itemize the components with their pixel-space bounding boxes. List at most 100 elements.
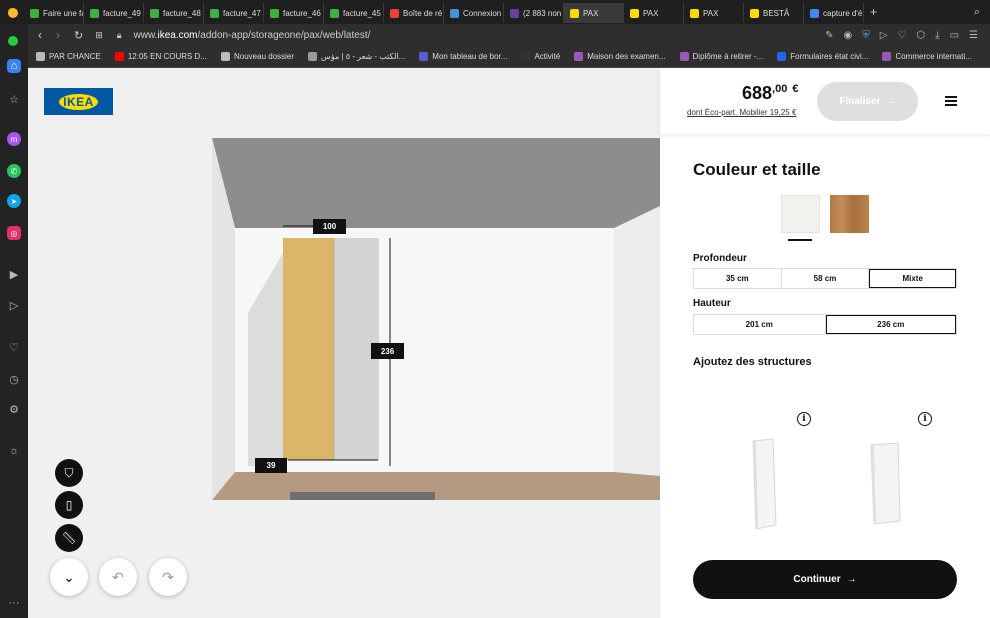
url-domain: ikea.com: [157, 29, 198, 41]
link-icon: [882, 52, 892, 61]
bookmark-item[interactable]: PAR CHANCE: [36, 52, 101, 61]
browser-tab[interactable]: facture_49: [84, 3, 144, 23]
settings-icon[interactable]: ☰: [969, 30, 978, 41]
finaliser-button[interactable]: Finaliser →: [817, 82, 918, 121]
measure-toggle-button[interactable]: 📏︎: [55, 524, 83, 552]
tab-label: Connexion: [463, 8, 502, 18]
search-tabs-icon[interactable]: ⌕: [974, 6, 980, 19]
menu-button[interactable]: [945, 96, 957, 106]
browser-tab[interactable]: facture_47: [204, 3, 264, 23]
bookmark-item[interactable]: Nouveau dossier: [221, 52, 294, 61]
messenger-icon[interactable]: m: [7, 132, 21, 146]
undo-button[interactable]: ↶: [99, 558, 137, 596]
height-dimension-label[interactable]: 236: [371, 343, 404, 359]
telegram-icon[interactable]: ➤: [7, 194, 21, 208]
configurator-canvas[interactable]: IKEA 100 236 39 ⛉ ▯ 📏︎ ⌄ ↶ ↷: [28, 68, 660, 618]
shield-icon[interactable]: ⛨: [862, 30, 870, 41]
minimize-window-button[interactable]: [8, 8, 18, 18]
bookmark-item[interactable]: Formulaires état civi...: [777, 52, 868, 61]
ruler-icon: 📏︎: [61, 531, 77, 545]
selected-swatch-indicator: [788, 239, 812, 241]
bookmark-item[interactable]: 12:05 EN COURS D...: [114, 52, 207, 61]
history-icon[interactable]: ◷: [7, 372, 21, 386]
bookmark-item[interactable]: الكتب - شعر - ٥ | مؤس...: [308, 52, 405, 61]
browser-tab[interactable]: PAX: [564, 3, 624, 23]
tab-label: facture_46: [283, 8, 321, 18]
hamburger-icon: [945, 96, 957, 98]
bookmark-item[interactable]: Diplôme à retirer -...: [679, 52, 763, 61]
arrow-right-icon: →: [885, 96, 896, 107]
hauteur-option[interactable]: 236 cm: [825, 315, 956, 334]
bookmark-item[interactable]: Activité: [521, 52, 560, 61]
camera-icon[interactable]: ◉: [844, 30, 853, 41]
heart-icon[interactable]: ♡: [7, 340, 21, 354]
shirt-icon: ⛉: [64, 465, 74, 480]
edit-icon[interactable]: ✎: [825, 30, 833, 41]
browser-tab[interactable]: PAX: [684, 3, 744, 23]
swatch-white[interactable]: [781, 195, 820, 233]
room-right-wall: [614, 206, 660, 476]
back-icon[interactable]: ‹: [38, 28, 42, 42]
forward-icon[interactable]: ›: [56, 28, 60, 42]
bookmark-label: الكتب - شعر - ٥ | مؤس...: [321, 52, 406, 61]
bookmark-item[interactable]: Commerce internati...: [882, 52, 972, 61]
browser-tab[interactable]: Faire une fa: [24, 3, 84, 23]
send-icon[interactable]: ▷: [880, 30, 888, 41]
more-icon[interactable]: ···: [7, 596, 21, 610]
structure-tall-thumbnail[interactable]: [752, 438, 777, 530]
instagram-icon[interactable]: ◎: [7, 226, 21, 240]
cube-icon[interactable]: ⬡: [916, 30, 925, 41]
depth-dimension-label[interactable]: 39: [255, 458, 287, 473]
new-tab-button[interactable]: +: [870, 5, 877, 19]
browser-tab[interactable]: facture_46: [264, 3, 324, 23]
send-icon[interactable]: ▷: [7, 298, 21, 312]
download-icon[interactable]: ⤓: [935, 30, 939, 41]
bookmark-item[interactable]: Mon tableau de bor...: [419, 52, 507, 61]
address-field[interactable]: www.ikea.com/addon-app/storageone/pax/we…: [134, 30, 371, 41]
profondeur-option[interactable]: 35 cm: [694, 269, 782, 288]
browser-tab[interactable]: facture_48: [144, 3, 204, 23]
browser-tab[interactable]: PAX: [624, 3, 684, 23]
gear-icon[interactable]: ⚙: [7, 402, 21, 416]
browser-tab[interactable]: Connexion: [444, 3, 504, 23]
tab-favicon-icon: [450, 8, 459, 18]
browser-tab[interactable]: BESTÅ: [744, 3, 804, 23]
redo-button[interactable]: ↷: [149, 558, 187, 596]
structure-thumbnails: [752, 438, 901, 530]
bookmark-label: 12:05 EN COURS D...: [127, 52, 207, 61]
maximize-window-button[interactable]: [8, 36, 18, 46]
home-icon[interactable]: ⌂: [7, 59, 21, 73]
collapse-button[interactable]: ⌄: [50, 558, 88, 596]
tabs-grid-icon[interactable]: ⊞: [95, 30, 103, 41]
tab-favicon-icon: [270, 8, 279, 18]
tab-label: facture_49: [103, 8, 141, 18]
door-toggle-button[interactable]: ▯: [55, 491, 83, 519]
reload-icon[interactable]: ↻: [74, 29, 83, 42]
bookmark-label: Mon tableau de bor...: [432, 52, 508, 61]
swatch-oak[interactable]: [830, 195, 869, 233]
hauteur-option[interactable]: 201 cm: [694, 315, 826, 334]
eco-participation-link[interactable]: dont Éco-part. Mobilier 19,25 €: [687, 108, 796, 117]
tab-favicon-icon: [750, 8, 759, 18]
width-dimension-label[interactable]: 100: [313, 219, 346, 234]
tab-favicon-icon: [690, 8, 699, 18]
browser-tab[interactable]: (2 883 non: [504, 3, 564, 23]
heart-icon[interactable]: ♡: [897, 30, 906, 41]
browser-tab[interactable]: facture_45: [324, 3, 384, 23]
structure-short-thumbnail[interactable]: [870, 442, 901, 525]
whatsapp-icon[interactable]: ✆: [7, 164, 21, 178]
interior-view-button[interactable]: ⛉: [55, 459, 83, 487]
browser-tab[interactable]: capture d'é: [804, 3, 864, 23]
profondeur-option[interactable]: 58 cm: [782, 269, 870, 288]
info-icon[interactable]: i: [797, 412, 811, 426]
info-icon[interactable]: i: [918, 412, 932, 426]
star-icon[interactable]: ☆: [7, 92, 21, 106]
profondeur-option[interactable]: Mixte: [869, 269, 957, 288]
bookmark-item[interactable]: Maison des examen...: [574, 52, 666, 61]
player-icon[interactable]: ▶: [7, 267, 21, 281]
continuer-button[interactable]: Continuer →: [693, 560, 957, 599]
browser-tab[interactable]: Boîte de ré: [384, 3, 444, 23]
bookmark-label: Commerce internati...: [895, 52, 972, 61]
tab-favicon-icon: [390, 8, 399, 18]
lightbulb-icon[interactable]: ☼: [7, 444, 21, 458]
